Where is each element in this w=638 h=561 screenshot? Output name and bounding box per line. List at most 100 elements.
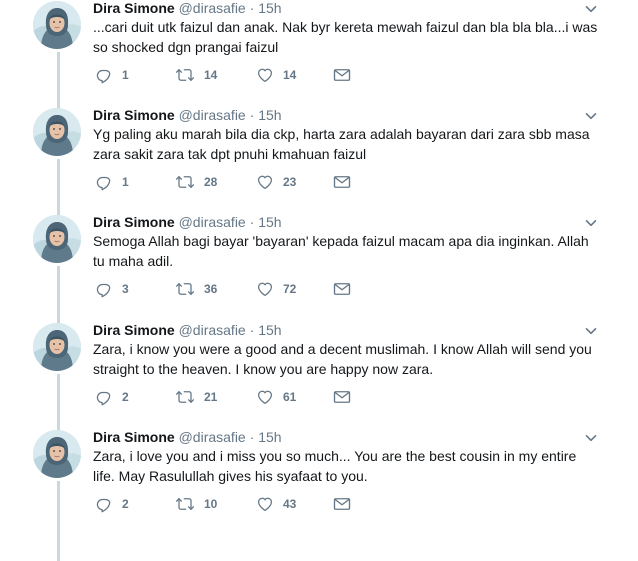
chevron-down-icon[interactable] [584, 2, 598, 16]
username-handle[interactable]: @dirasafie [179, 107, 246, 123]
retweet-icon [175, 495, 195, 513]
tweet-text-line: Zara, i know you were a good and a decen… [93, 341, 592, 357]
envelope-icon [333, 496, 351, 512]
chevron-down-icon[interactable] [584, 431, 598, 445]
tweet-header: Dira Simone @dirasafie · 15h [93, 428, 282, 446]
retweet-button[interactable]: 14 [175, 65, 217, 85]
thread-connector [57, 95, 60, 109]
chevron-down-icon[interactable] [584, 109, 598, 123]
like-button[interactable]: 14 [256, 65, 296, 85]
tweet-text-line: Zara, i love you and i miss you so much.… [93, 448, 577, 464]
display-name[interactable]: Dira Simone [93, 107, 175, 123]
chevron-down-icon[interactable] [584, 216, 598, 230]
username-handle[interactable]: @dirasafie [179, 322, 246, 338]
avatar[interactable] [33, 430, 81, 478]
avatar[interactable] [33, 1, 81, 49]
display-name[interactable]: Dira Simone [93, 214, 175, 230]
reply-button[interactable]: 1 [95, 65, 129, 85]
timestamp-link[interactable]: 15h [258, 322, 281, 338]
tweet-actions: 3 36 72 [93, 279, 363, 299]
avatar[interactable] [33, 108, 81, 156]
tweet-text-line: zara sakit zara tak dpt pnuhi kmahuan fa… [93, 146, 367, 162]
reply-count: 1 [122, 68, 129, 82]
like-button[interactable]: 72 [256, 279, 296, 299]
tweet-text: Zara, i know you were a good and a decen… [93, 339, 603, 379]
tweet-text: Semoga Allah bagi bayar 'bayaran' kepada… [93, 231, 603, 271]
tweet-thread: Dira Simone @dirasafie · 15h ...cari duit… [0, 0, 638, 561]
avatar[interactable] [33, 215, 81, 263]
like-button[interactable]: 61 [256, 387, 296, 407]
tweet-text: Yg paling aku marah bila dia ckp, harta … [93, 124, 603, 164]
chevron-down-icon[interactable] [584, 324, 598, 338]
reply-button[interactable]: 1 [95, 172, 129, 192]
tweet-header: Dira Simone @dirasafie · 15h [93, 213, 282, 231]
direct-message-button[interactable] [333, 279, 351, 299]
timestamp-link[interactable]: 15h [258, 429, 281, 445]
tweet-text-line: Yg paling aku marah bila dia ckp, harta … [93, 126, 590, 142]
retweet-icon [175, 66, 195, 84]
tweet[interactable]: Dira Simone @dirasafie · 15h Semoga Allah… [0, 202, 638, 321]
reply-button[interactable]: 3 [95, 279, 129, 299]
separator-dot: · [249, 0, 255, 16]
direct-message-button[interactable] [333, 172, 351, 192]
reply-count: 3 [122, 282, 129, 296]
retweet-count: 14 [204, 68, 218, 82]
tweet-text-line: tu maha adil. [93, 253, 174, 269]
like-button[interactable]: 23 [256, 172, 296, 192]
avatar[interactable] [33, 323, 81, 371]
separator-dot: · [249, 214, 255, 230]
username-handle[interactable]: @dirasafie [179, 214, 246, 230]
envelope-icon [333, 174, 351, 190]
tweet[interactable]: Dira Simone @dirasafie · 15h ...cari duit… [0, 0, 638, 107]
retweet-button[interactable]: 28 [175, 172, 217, 192]
thread-connector [57, 202, 60, 216]
username-handle[interactable]: @dirasafie [179, 429, 246, 445]
thread-connector [57, 417, 60, 431]
tweet-text-line: Semoga Allah bagi bayar 'bayaran' kepada… [93, 233, 589, 249]
like-button[interactable]: 43 [256, 494, 296, 514]
tweet-header: Dira Simone @dirasafie · 15h [93, 0, 282, 17]
timestamp-link[interactable]: 15h [258, 214, 281, 230]
retweet-button[interactable]: 21 [175, 387, 217, 407]
display-name[interactable]: Dira Simone [93, 429, 175, 445]
retweet-count: 10 [204, 497, 218, 511]
tweet-text-line: ...cari duit utk faizul dan anak. Nak by… [93, 19, 598, 35]
retweet-button[interactable]: 36 [175, 279, 217, 299]
reply-button[interactable]: 2 [95, 387, 129, 407]
tweet[interactable]: Dira Simone @dirasafie · 15h Zara, i know… [0, 310, 638, 429]
reply-count: 2 [122, 497, 129, 511]
like-count: 23 [283, 175, 297, 189]
envelope-icon [333, 389, 351, 405]
separator-dot: · [249, 322, 255, 338]
reply-button[interactable]: 2 [95, 494, 129, 514]
tweet-text-line: life. May Rasulullah gives his syafaat t… [93, 468, 368, 484]
username-handle[interactable]: @dirasafie [179, 0, 246, 16]
timestamp-link[interactable]: 15h [258, 0, 281, 16]
reply-count: 2 [122, 390, 129, 404]
thread-connector [57, 310, 60, 324]
display-name[interactable]: Dira Simone [93, 322, 175, 338]
reply-icon [95, 495, 113, 513]
direct-message-button[interactable] [333, 65, 351, 85]
heart-icon [256, 280, 274, 298]
retweet-button[interactable]: 10 [175, 494, 217, 514]
tweet-header: Dira Simone @dirasafie · 15h [93, 106, 282, 124]
like-count: 43 [283, 497, 297, 511]
direct-message-button[interactable] [333, 387, 351, 407]
display-name[interactable]: Dira Simone [93, 0, 175, 16]
reply-icon [95, 388, 113, 406]
tweet-actions: 1 28 23 [93, 172, 363, 192]
like-count: 14 [283, 68, 297, 82]
tweet[interactable]: Dira Simone @dirasafie · 15h Yg paling ak… [0, 95, 638, 214]
reply-count: 1 [122, 175, 129, 189]
tweet-text: ...cari duit utk faizul dan anak. Nak by… [93, 17, 603, 57]
envelope-icon [333, 67, 351, 83]
direct-message-button[interactable] [333, 494, 351, 514]
heart-icon [256, 173, 274, 191]
thread-connector [57, 481, 60, 561]
tweet[interactable]: Dira Simone @dirasafie · 15h Zara, i love… [0, 417, 638, 561]
heart-icon [256, 495, 274, 513]
separator-dot: · [249, 429, 255, 445]
timestamp-link[interactable]: 15h [258, 107, 281, 123]
tweet-text: Zara, i love you and i miss you so much.… [93, 446, 603, 486]
